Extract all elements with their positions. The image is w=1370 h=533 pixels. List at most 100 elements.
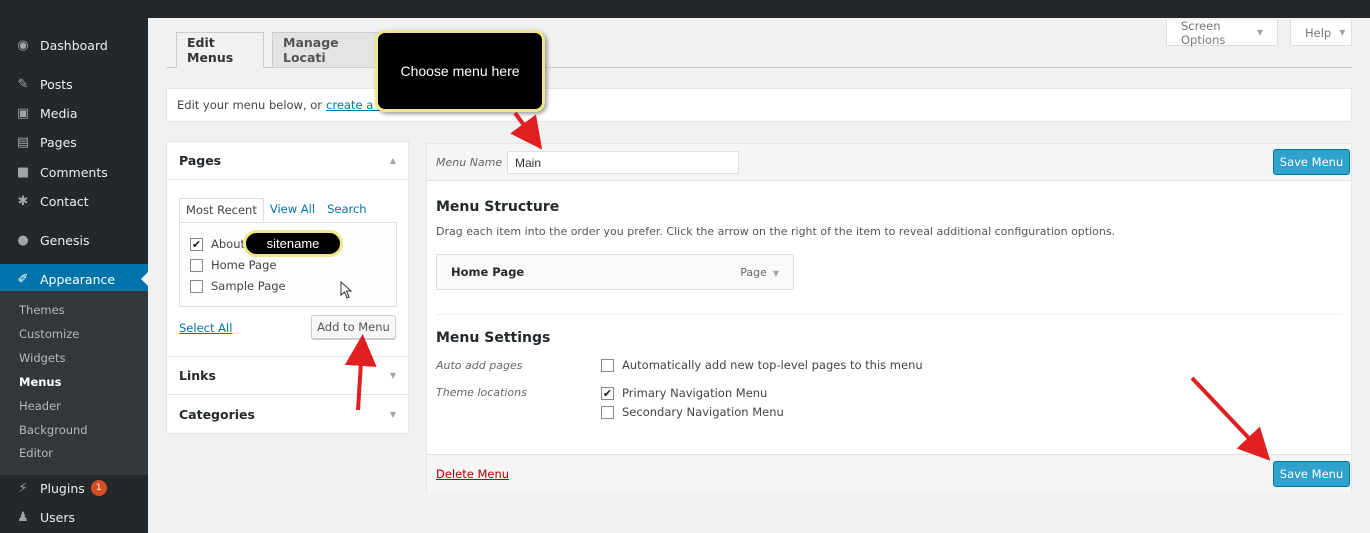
checkbox[interactable] (601, 358, 614, 372)
chevron-down-icon: ▼ (389, 371, 396, 380)
menu-item-home-page[interactable]: Home Page Page ▼ (436, 254, 794, 290)
sidebar-item-contact[interactable]: ✱ Contact (0, 186, 148, 216)
add-to-menu-button[interactable]: Add to Menu (311, 315, 396, 339)
user-icon: ♟ (17, 509, 29, 525)
brush-icon: ✐ (17, 271, 29, 287)
menu-name-label: Menu Name (436, 156, 503, 169)
submenu-item-themes[interactable]: Themes (19, 303, 65, 317)
checkbox-checked[interactable]: ✔ (601, 386, 614, 400)
tab-view-all[interactable]: View All (264, 198, 321, 221)
comment-icon: ■ (16, 164, 30, 180)
auto-add-option[interactable]: Automatically add new top-level pages to… (601, 358, 923, 372)
submenu-item-menus[interactable]: Menus (19, 375, 61, 389)
sidebar-item-users[interactable]: ♟ Users (0, 502, 148, 532)
update-count-badge: 1 (90, 480, 107, 496)
select-all-link[interactable]: Select All (179, 321, 232, 335)
menu-settings-title: Menu Settings (436, 330, 551, 346)
sidebar-item-plugins[interactable]: ⚡ Plugins 1 (0, 473, 148, 503)
sidebar-item-label: Contact (40, 193, 89, 209)
dashboard-icon: ◉ (17, 37, 29, 53)
mouse-cursor-icon (340, 280, 354, 302)
notice-text: Edit your menu below, or (177, 98, 323, 112)
checkbox[interactable] (601, 405, 614, 419)
sidebar-item-dashboard[interactable]: ◉ Dashboard (0, 30, 148, 60)
location-primary[interactable]: ✔ Primary Navigation Menu (601, 386, 767, 400)
checkbox[interactable] (190, 258, 203, 272)
checkbox[interactable] (190, 279, 203, 293)
appearance-submenu: Themes Customize Widgets Menus Header Ba… (0, 291, 148, 475)
submenu-item-editor[interactable]: Editor (19, 446, 53, 460)
add-menu-items-panel: Pages ▲ Most Recent View All Search ✔ Ab… (166, 141, 409, 434)
sidebar-item-label: Comments (40, 164, 108, 180)
accordion-links-header[interactable]: Links ▼ (167, 357, 408, 395)
sidebar-item-comments[interactable]: ■ Comments (0, 157, 148, 187)
auto-add-pages-label: Auto add pages (436, 359, 523, 372)
pages-icon: ▤ (16, 134, 30, 150)
screen-options-label: Screen Options (1181, 18, 1226, 47)
plug-icon: ⚡ (18, 480, 28, 496)
checkbox-checked[interactable]: ✔ (190, 237, 203, 251)
sidebar-item-appearance[interactable]: ✐ Appearance (0, 264, 148, 294)
sidebar-item-label: Appearance (40, 271, 116, 287)
menu-item-title: Home Page (451, 265, 525, 279)
location-label: Secondary Navigation Menu (622, 405, 784, 419)
page-label: About (211, 237, 246, 251)
chevron-down-icon: ▼ (1339, 28, 1346, 37)
submenu-item-widgets[interactable]: Widgets (19, 351, 66, 365)
save-menu-button-bottom[interactable]: Save Menu (1273, 461, 1350, 487)
sidebar-item-label: Plugins (40, 480, 85, 496)
callout-choose-menu: Choose menu here (375, 30, 545, 112)
delete-menu-link[interactable]: Delete Menu (436, 467, 509, 481)
pin-icon: ✎ (17, 76, 29, 92)
save-menu-button[interactable]: Save Menu (1273, 149, 1350, 175)
list-item[interactable]: Home Page (190, 258, 276, 272)
help-button[interactable]: Help ▼ (1290, 20, 1352, 46)
accordion-title: Links (179, 368, 216, 383)
main-content: Screen Options ▼ Help ▼ Edit Menus Manag… (148, 18, 1370, 533)
sidebar-item-label: Genesis (40, 232, 90, 248)
page-label: Sample Page (211, 279, 286, 293)
list-item[interactable]: Sample Page (190, 279, 286, 293)
sidebar-item-label: Media (40, 105, 78, 121)
active-indicator (141, 272, 148, 286)
tab-search[interactable]: Search (321, 198, 373, 221)
sidebar-item-pages[interactable]: ▤ Pages (0, 127, 148, 157)
accordion-title: Categories (179, 406, 255, 422)
sidebar-item-label: Users (40, 509, 76, 525)
menu-structure-description: Drag each item into the order you prefer… (436, 225, 1116, 238)
help-label: Help (1305, 25, 1332, 40)
sidebar-item-genesis[interactable]: ● Genesis (0, 225, 148, 255)
submenu-item-header[interactable]: Header (19, 399, 61, 413)
chevron-down-icon: ▼ (389, 409, 396, 419)
submenu-item-background[interactable]: Background (19, 423, 88, 437)
menu-item-type[interactable]: Page ▼ (740, 266, 779, 279)
chevron-down-icon: ▼ (772, 268, 779, 278)
gear-icon: ✱ (17, 193, 29, 209)
screen-options-button[interactable]: Screen Options ▼ (1166, 18, 1278, 47)
menu-name-input[interactable] (507, 151, 739, 174)
sidebar-item-label: Dashboard (40, 37, 108, 53)
callout-sitename: sitename (243, 230, 343, 257)
sidebar-item-media[interactable]: ▣ Media (0, 98, 148, 128)
menu-item-type-label: Page (740, 265, 767, 279)
accordion-categories-header[interactable]: Categories ▼ (167, 395, 408, 433)
notice-bar: Edit your menu below, or create a new (166, 88, 1352, 122)
sidebar-item-posts[interactable]: ✎ Posts (0, 69, 148, 99)
section-divider (436, 314, 1342, 315)
accordion-pages-header[interactable]: Pages ▲ (167, 142, 408, 180)
pages-tabs: Most Recent View All Search (179, 198, 373, 221)
list-item[interactable]: ✔ About (190, 237, 245, 251)
tab-most-recent[interactable]: Most Recent (179, 198, 264, 221)
sidebar-item-label: Pages (40, 134, 77, 150)
menu-structure-title: Menu Structure (436, 199, 560, 215)
submenu-item-customize[interactable]: Customize (19, 327, 79, 341)
admin-bar (0, 0, 1370, 18)
chevron-down-icon: ▼ (1256, 28, 1263, 37)
media-icon: ▣ (16, 105, 30, 121)
tab-edit-menus[interactable]: Edit Menus (176, 32, 264, 68)
accordion-pages-body: Most Recent View All Search ✔ About Home… (167, 180, 408, 357)
menu-editor-header: Menu Name Save Menu (427, 144, 1351, 181)
accordion-title: Pages (179, 153, 222, 168)
tab-manage-locations[interactable]: Manage Locati (272, 32, 382, 68)
location-secondary[interactable]: Secondary Navigation Menu (601, 405, 784, 419)
